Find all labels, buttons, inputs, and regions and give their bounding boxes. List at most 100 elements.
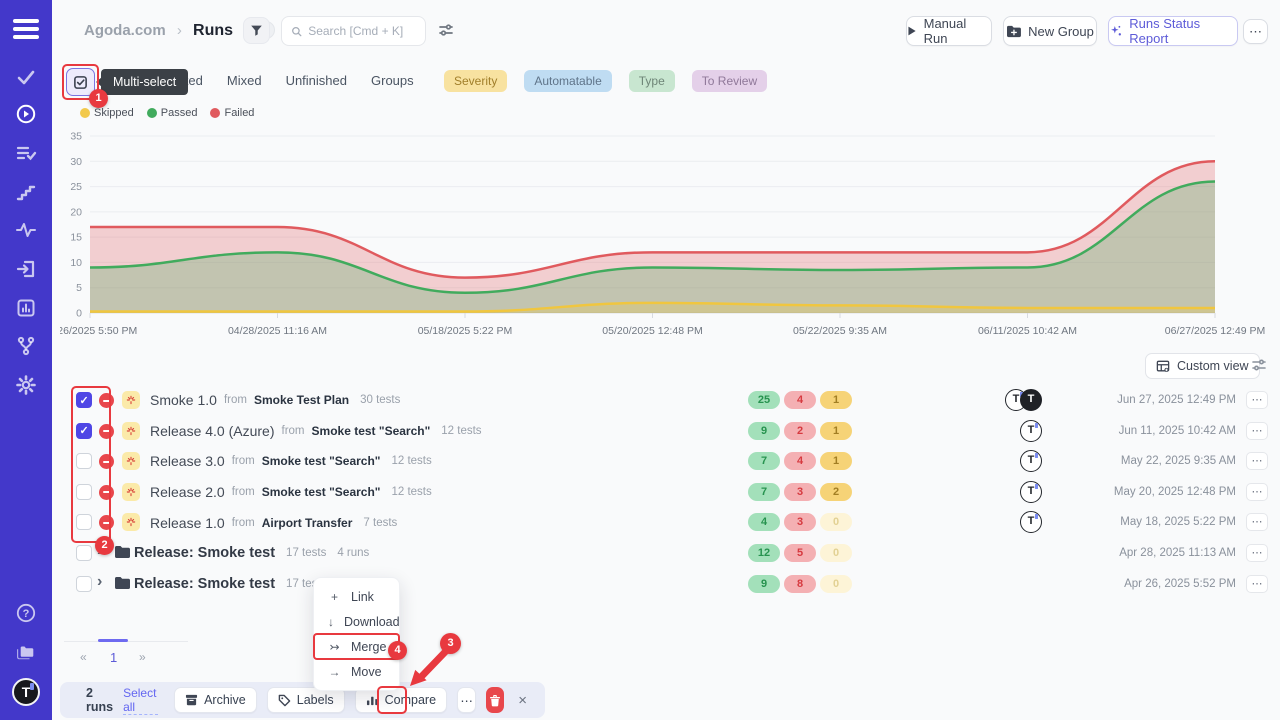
- settings-icon[interactable]: [15, 374, 37, 396]
- filter-button[interactable]: [243, 17, 270, 44]
- run-title[interactable]: Smoke 1.0: [150, 392, 217, 408]
- unresolved-status-icon: [99, 454, 114, 469]
- folder-plus-icon: [1006, 25, 1021, 38]
- annotation-badge-4: 4: [388, 641, 407, 660]
- run-source-plan[interactable]: Airport Transfer: [262, 516, 353, 530]
- chevron-right-icon[interactable]: ›: [97, 573, 102, 591]
- row-more-button[interactable]: ⋯: [1246, 452, 1268, 470]
- custom-view-button[interactable]: Custom view: [1145, 353, 1260, 379]
- run-icon: [122, 422, 140, 440]
- close-selection-icon[interactable]: ×: [514, 692, 531, 709]
- adjustments-icon[interactable]: [438, 22, 454, 43]
- run-title[interactable]: Release: Smoke test: [134, 576, 275, 592]
- filter-tab[interactable]: Mixed: [227, 73, 262, 88]
- folder-icon: [114, 576, 130, 595]
- header-more-button[interactable]: ⋯: [1243, 19, 1268, 44]
- pagination-prev[interactable]: «: [80, 650, 87, 664]
- filter-tab[interactable]: Groups: [371, 73, 414, 88]
- run-source-plan[interactable]: Smoke Test Plan: [254, 393, 349, 407]
- row-more-button[interactable]: ⋯: [1246, 513, 1268, 531]
- sidebar: ? T: [0, 0, 52, 720]
- selection-action-bar: 2 runs Select all Archive Labels Compare…: [60, 682, 545, 718]
- run-title[interactable]: Release 1.0: [150, 515, 225, 531]
- search-input[interactable]: [308, 24, 416, 38]
- x-axis-label: 05/18/2025 5:22 PM: [418, 325, 513, 337]
- passed-count-pill: 25: [748, 391, 780, 409]
- import-icon[interactable]: [15, 258, 37, 280]
- row-checkbox[interactable]: [76, 576, 92, 592]
- filter-chip[interactable]: Type: [629, 70, 675, 92]
- run-row: › Release 4.0 (Azure) from Smoke test "S…: [60, 416, 1280, 447]
- delete-button[interactable]: [486, 687, 504, 713]
- context-menu-item[interactable]: ↓ Download: [314, 609, 399, 634]
- filter-chip[interactable]: Severity: [444, 70, 507, 92]
- play-circle-icon[interactable]: [15, 103, 37, 125]
- pagination-page-1[interactable]: 1: [110, 650, 117, 665]
- row-more-button[interactable]: ⋯: [1246, 391, 1268, 409]
- projects-icon[interactable]: [15, 641, 37, 663]
- list-check-icon[interactable]: [15, 142, 37, 164]
- run-source-plan[interactable]: Smoke test "Search": [312, 424, 431, 438]
- run-date: Apr 28, 2025 11:13 AM: [1119, 547, 1236, 559]
- menu-item-label: Link: [351, 590, 374, 604]
- context-menu-item[interactable]: ↣ Merge: [314, 634, 399, 659]
- failed-count-pill: 2: [784, 422, 816, 440]
- search-box[interactable]: [281, 16, 426, 46]
- report-icon[interactable]: [15, 297, 37, 319]
- row-more-button[interactable]: ⋯: [1246, 422, 1268, 440]
- pulse-icon[interactable]: [15, 219, 37, 241]
- filter-chip[interactable]: To Review: [692, 70, 767, 92]
- manual-run-button[interactable]: Manual Run: [906, 16, 992, 46]
- menu-item-icon: ↣: [328, 640, 341, 654]
- svg-text:15: 15: [70, 232, 82, 244]
- run-icon: [122, 391, 140, 409]
- legend-item: Failed: [210, 107, 254, 119]
- context-menu-item[interactable]: → Move: [314, 659, 399, 684]
- row-more-button[interactable]: ⋯: [1246, 544, 1268, 562]
- svg-text:10: 10: [70, 257, 82, 269]
- row-checkbox[interactable]: [76, 392, 92, 408]
- archive-button[interactable]: Archive: [174, 687, 257, 713]
- unresolved-status-icon: [99, 424, 114, 439]
- view-settings-icon[interactable]: [1251, 357, 1267, 378]
- menu-item-icon: +: [328, 590, 341, 604]
- run-title[interactable]: Release 3.0: [150, 453, 225, 469]
- play-icon: [907, 26, 917, 36]
- row-more-button[interactable]: ⋯: [1246, 575, 1268, 593]
- run-icon: [122, 513, 140, 531]
- status-pills: 7 4 1: [748, 452, 852, 470]
- legend-dot: [210, 108, 220, 118]
- branch-icon[interactable]: [15, 335, 37, 357]
- pagination-active-indicator: [98, 639, 128, 642]
- filter-tab[interactable]: Unfinished: [286, 73, 347, 88]
- breadcrumb-project[interactable]: Agoda.com: [84, 22, 166, 39]
- context-menu-item[interactable]: + Link: [314, 584, 399, 609]
- run-title[interactable]: Release 2.0: [150, 484, 225, 500]
- check-icon[interactable]: [15, 66, 37, 88]
- runs-status-report-button[interactable]: Runs Status Report: [1108, 16, 1238, 46]
- new-group-button[interactable]: New Group: [1003, 16, 1097, 46]
- row-checkbox[interactable]: [76, 423, 92, 439]
- user-avatar[interactable]: T: [12, 678, 40, 706]
- row-checkbox[interactable]: [76, 484, 92, 500]
- unresolved-status-icon: [99, 393, 114, 408]
- pagination-next[interactable]: »: [139, 650, 146, 664]
- row-checkbox[interactable]: [76, 453, 92, 469]
- filter-chip[interactable]: Automatable: [524, 70, 611, 92]
- run-title[interactable]: Release: Smoke test: [134, 545, 275, 561]
- avatar: T: [1020, 481, 1042, 503]
- row-more-button[interactable]: ⋯: [1246, 483, 1268, 501]
- selected-count: 2 runs: [86, 686, 113, 714]
- run-row: › Smoke 1.0 from Smoke Test Plan 30 test…: [60, 385, 1280, 416]
- hamburger-menu-icon[interactable]: [13, 19, 39, 39]
- help-icon[interactable]: ?: [15, 602, 37, 624]
- run-source-plan[interactable]: Smoke test "Search": [262, 485, 381, 499]
- steps-icon[interactable]: [15, 181, 37, 203]
- select-all-link[interactable]: Select all: [123, 686, 158, 715]
- row-checkbox[interactable]: [76, 514, 92, 530]
- run-source-plan[interactable]: Smoke test "Search": [262, 454, 381, 468]
- assignee-avatars: T T: [990, 511, 1042, 533]
- run-title[interactable]: Release 4.0 (Azure): [150, 423, 275, 439]
- run-row: › Release: Smoke test 17 tests 4 runs 12…: [60, 538, 1280, 569]
- row-checkbox[interactable]: [76, 545, 92, 561]
